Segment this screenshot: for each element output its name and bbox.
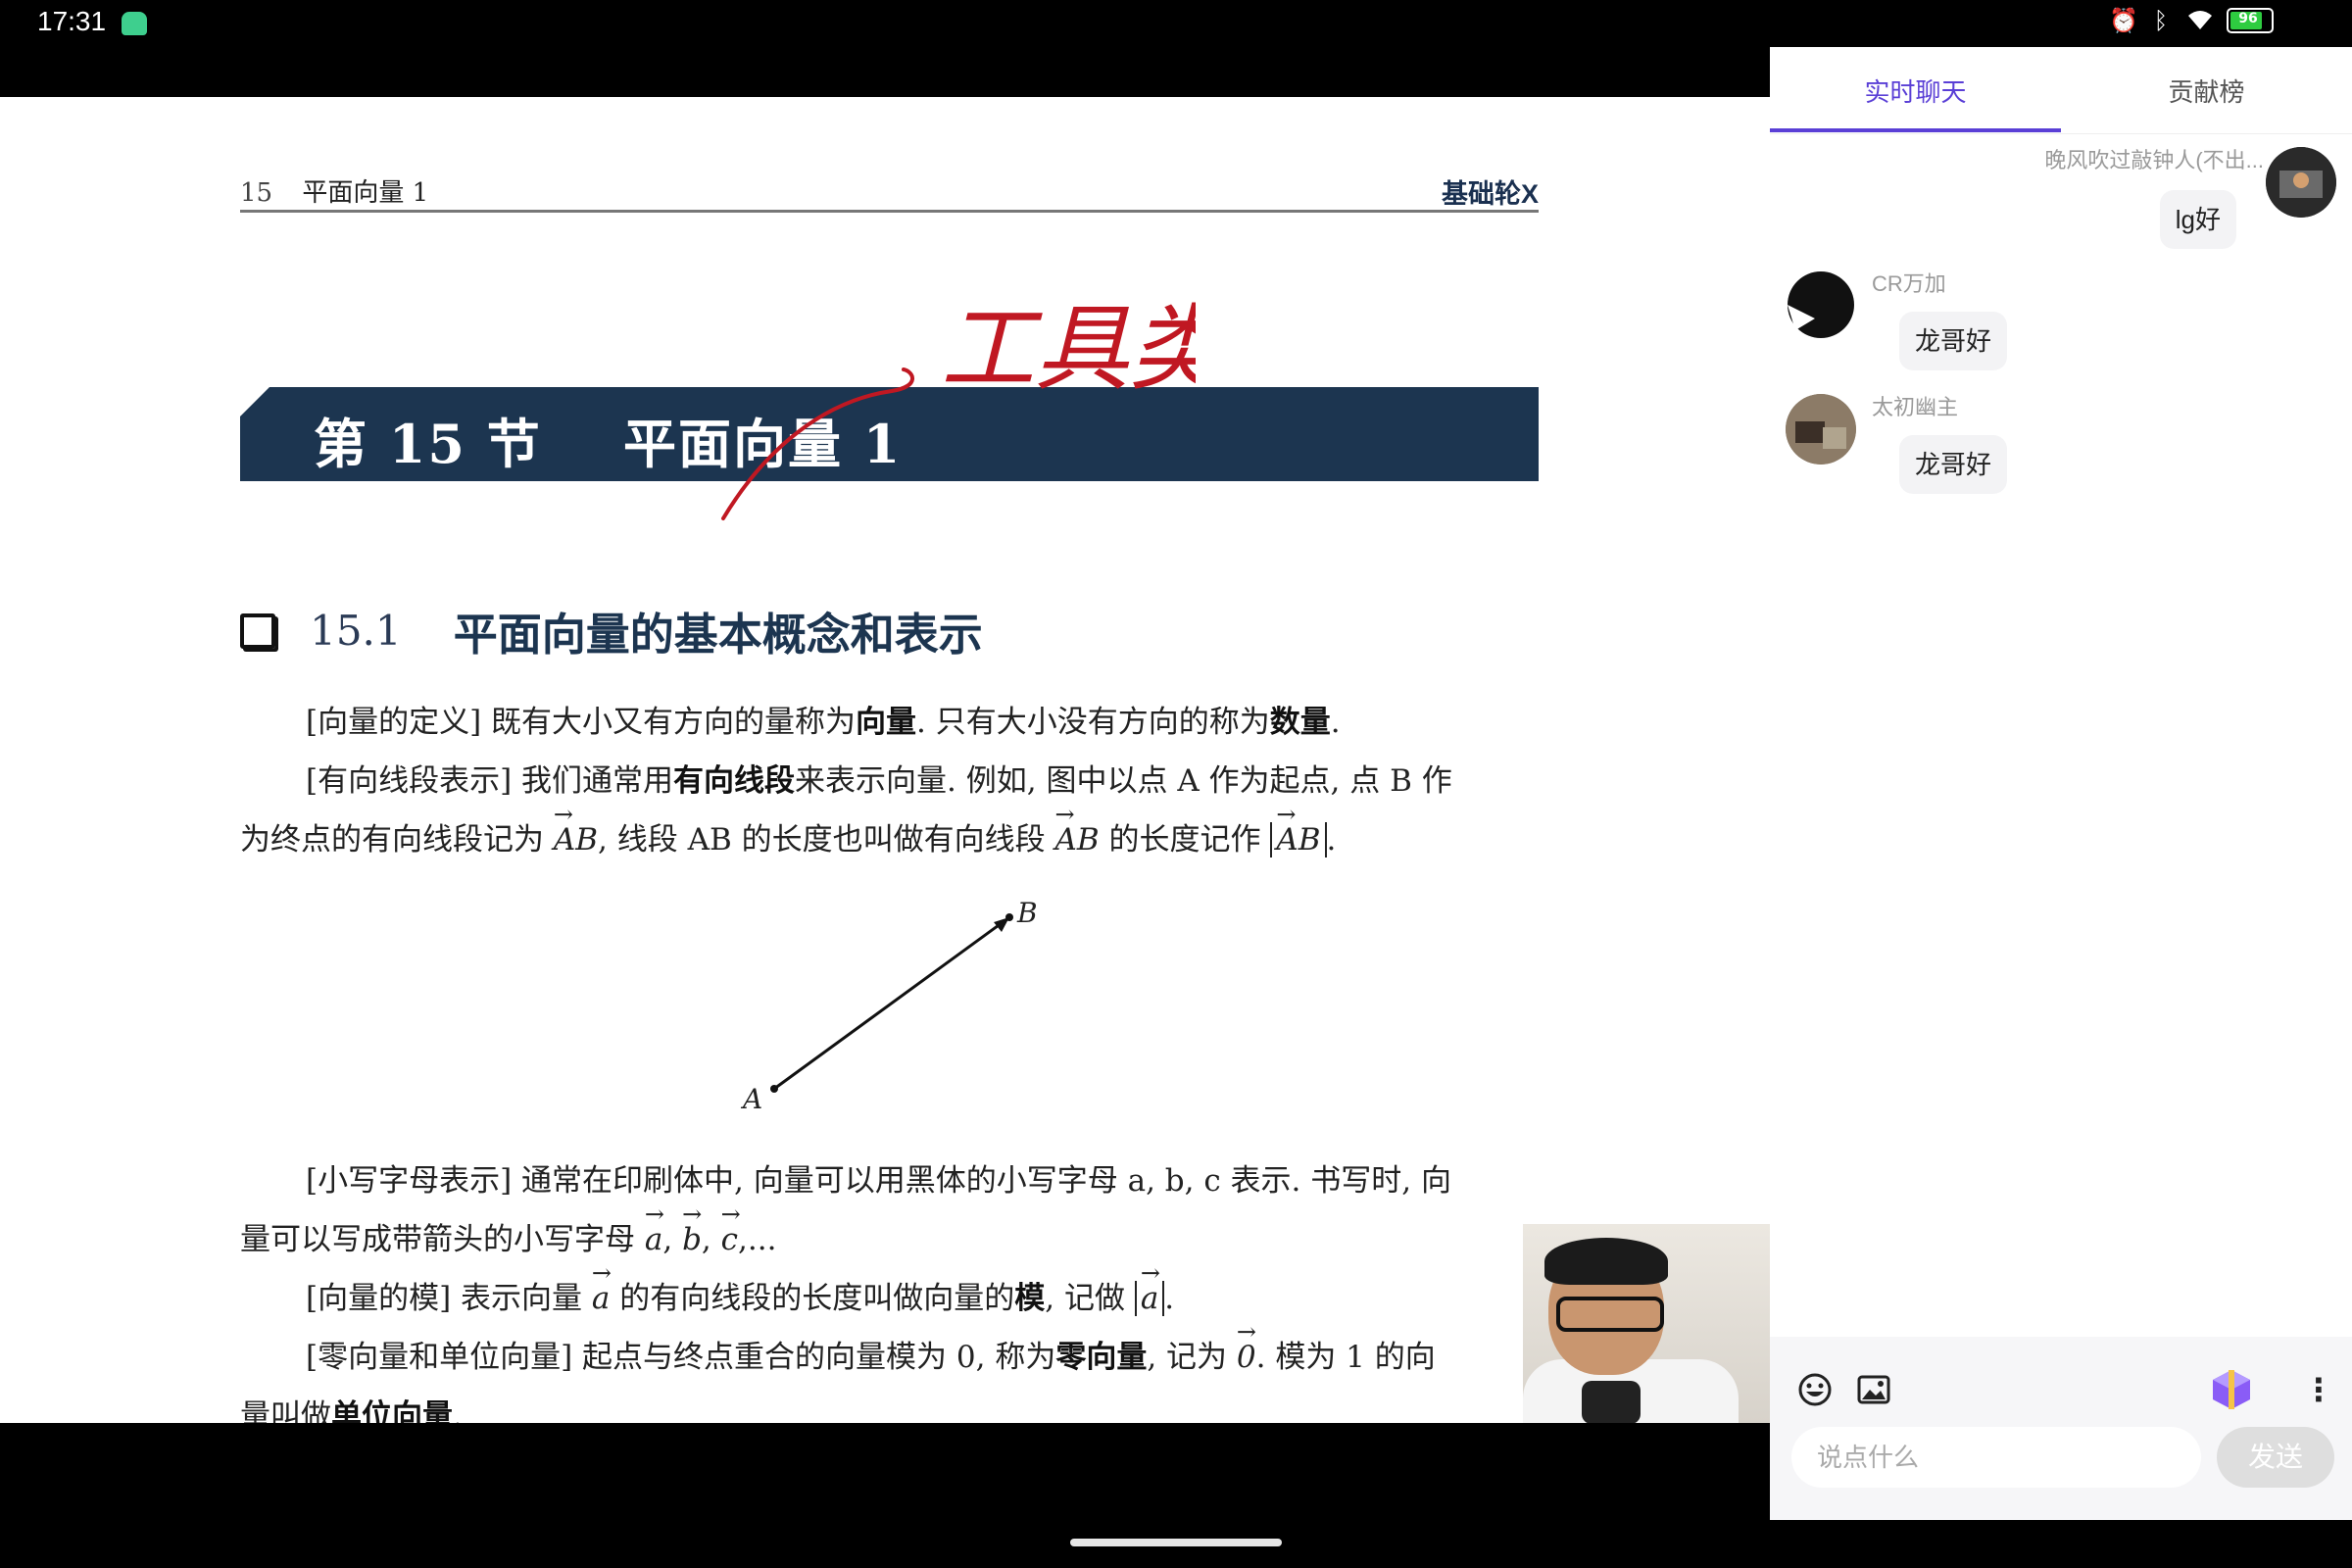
- clock: 17:31: [37, 6, 107, 36]
- paragraph-definition: [向量的定义] 既有大小又有方向的量称为向量. 只有大小没有方向的称为数量.: [306, 705, 1341, 740]
- page-header: 15 平面向量 1 基础轮X: [240, 171, 1539, 213]
- bluetooth-icon: ᛒ: [2153, 7, 2169, 34]
- app-notification-icon: [122, 12, 147, 35]
- gift-icon[interactable]: [2209, 1366, 2254, 1411]
- message-bubble: lg好: [2159, 190, 2236, 249]
- document-page[interactable]: 15 平面向量 1 基础轮X 第 15 节 平面向量 1 工具类 15.1 平面…: [0, 97, 1770, 1423]
- paragraph-modulus: [向量的模] 表示向量 a 的有向线段的长度叫做向量的模, 记做 a.: [306, 1273, 1174, 1317]
- message-sender: CR万加: [1872, 271, 1946, 296]
- wifi-icon: [2187, 8, 2213, 33]
- subsection-heading: 15.1 平面向量的基本概念和表示: [240, 599, 983, 662]
- subsection-title: 平面向量的基本概念和表示: [453, 609, 983, 661]
- webcam-overlay[interactable]: [1523, 1224, 1770, 1424]
- status-bar: 17:31 ⏰ ᛒ 96: [0, 0, 2352, 47]
- message-bubble: 龙哥好: [1899, 435, 2008, 494]
- image-icon[interactable]: [1856, 1372, 1891, 1407]
- chapter-title: 平面向量 1: [302, 178, 429, 208]
- message-sender: 晚风吹过敲钟人(不出...: [2044, 148, 2264, 172]
- tab-live-chat[interactable]: 实时聊天: [1770, 73, 2061, 109]
- more-options-icon[interactable]: ⋮: [2303, 1372, 2334, 1407]
- active-tab-indicator: [1770, 128, 2061, 132]
- chat-tabs: 实时聊天 贡献榜: [1770, 47, 2352, 134]
- message-bubble: 龙哥好: [1899, 312, 2008, 370]
- paragraph-lowercase: [小写字母表示] 通常在印刷体中, 向量可以用黑体的小写字母 a, b, c 表…: [306, 1163, 1451, 1199]
- paragraph-directed-segment: [有向线段表示] 我们通常用有向线段来表示向量. 例如, 图中以点 A 作为起点…: [306, 763, 1452, 799]
- chat-input-area: ⋮ 说点什么 发送: [1770, 1337, 2352, 1520]
- handwriting-text: 工具类: [941, 294, 1196, 404]
- paragraph-lowercase-cont: 量可以写成带箭头的小写字母 a, b, c,...: [240, 1214, 776, 1258]
- avatar[interactable]: [1786, 394, 1856, 465]
- paragraph-unit-vector: 量叫做单位向量.: [240, 1398, 463, 1423]
- avatar[interactable]: [2266, 147, 2336, 218]
- send-button[interactable]: 发送: [2217, 1427, 2334, 1488]
- avatar[interactable]: [1786, 270, 1856, 340]
- chat-panel: 实时聊天 贡献榜 晚风吹过敲钟人(不出... lg好 CR万加 龙哥好 太初幽主…: [1770, 47, 2352, 1520]
- bottom-bar: [0, 1423, 1770, 1568]
- handwriting-annotation: 工具类: [721, 294, 1196, 520]
- battery-level: 96: [2238, 11, 2258, 26]
- point-b-label: B: [1016, 897, 1038, 929]
- page-number: 15: [240, 178, 273, 208]
- paragraph-notation: 为终点的有向线段记为 AB, 线段 AB 的长度也叫做有向线段 AB 的长度记作…: [240, 814, 1336, 858]
- subsection-number: 15.1: [310, 607, 402, 655]
- status-icons: ⏰ ᛒ 96: [2109, 8, 2274, 33]
- message-sender: 太初幽主: [1872, 395, 1959, 419]
- paragraph-zero-vector: [零向量和单位向量] 起点与终点重合的向量模为 0, 称为零向量, 记为 0. …: [306, 1332, 1436, 1376]
- home-indicator[interactable]: [1070, 1539, 1282, 1546]
- tab-contribution[interactable]: 贡献榜: [2061, 73, 2352, 109]
- alarm-icon: ⏰: [2109, 7, 2138, 34]
- checkbox-bullet-icon: [240, 612, 275, 649]
- glasses-icon: [1556, 1297, 1664, 1332]
- chat-input[interactable]: 说点什么: [1791, 1427, 2201, 1488]
- battery-icon: 96: [2227, 8, 2274, 33]
- emoji-icon[interactable]: [1797, 1372, 1833, 1407]
- book-title: 基础轮X: [1441, 179, 1539, 209]
- point-a-label: A: [740, 1083, 762, 1115]
